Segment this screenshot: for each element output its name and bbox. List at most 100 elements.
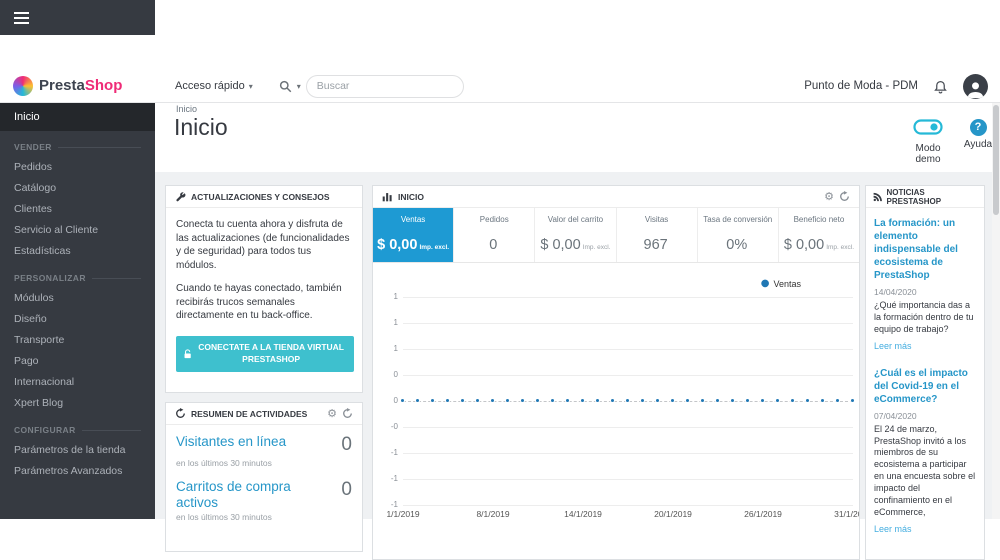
scrollbar-track[interactable]	[992, 103, 1000, 519]
data-point[interactable]	[565, 398, 570, 403]
panel-settings-gear-icon[interactable]: ⚙	[327, 408, 337, 419]
activity-panel: RESUMEN DE ACTIVIDADES ⚙ Visitantes en l…	[165, 402, 363, 552]
quick-access-label: Acceso rápido	[175, 80, 245, 92]
dashboard-panel-header: INICIO ⚙	[373, 186, 859, 208]
quick-access-menu[interactable]: Acceso rápido ▾	[175, 80, 253, 92]
hamburger-icon	[14, 11, 29, 14]
sidebar-item-parametros-de-la-tienda[interactable]: Parámetros de la tienda	[0, 440, 155, 461]
notifications-bell-icon[interactable]	[933, 78, 948, 94]
kpi-tab-ventas[interactable]: Ventas $ 0,00 Imp. excl.	[373, 208, 455, 262]
data-point[interactable]	[610, 398, 615, 403]
data-point[interactable]	[430, 398, 435, 403]
sidebar-item-xpert-blog[interactable]: Xpert Blog	[0, 393, 155, 414]
prestashop-logo[interactable]: PrestaShop	[0, 76, 155, 96]
data-point[interactable]	[595, 398, 600, 403]
menu-toggle[interactable]	[0, 0, 155, 35]
prestashop-logo-icon	[13, 76, 33, 96]
dashboard-refresh-icon[interactable]	[839, 191, 850, 202]
sidebar-section-configurar: CONFIGURAR	[0, 414, 155, 440]
sidebar-item-inicio[interactable]: Inicio	[0, 103, 155, 131]
data-point[interactable]	[520, 398, 525, 403]
sidebar-item-clientes[interactable]: Clientes	[0, 199, 155, 220]
news-article-title-link[interactable]: ¿Cuál es el impacto del Covid-19 en el e…	[874, 367, 976, 406]
data-point[interactable]	[535, 398, 540, 403]
shop-name-link[interactable]: Punto de Moda - PDM	[804, 80, 918, 92]
scrollbar-thumb[interactable]	[993, 105, 999, 215]
kpi-tab-tasa-de-conversion[interactable]: Tasa de conversión 0%	[698, 208, 779, 262]
data-point[interactable]	[445, 398, 450, 403]
news-article-date: 07/04/2020	[874, 410, 917, 421]
data-point[interactable]	[400, 398, 405, 403]
data-point[interactable]	[790, 398, 795, 403]
kpi-tab-beneficio-neto[interactable]: Beneficio neto $ 0,00 Imp. excl.	[779, 208, 859, 262]
avatar[interactable]	[963, 73, 988, 99]
user-icon	[967, 81, 984, 98]
updates-paragraph-2: Cuando te hayas conectado, también recib…	[176, 283, 342, 321]
active-carts-link[interactable]: Carritos de compra activos	[176, 479, 335, 510]
search-input[interactable]	[305, 74, 464, 98]
data-point[interactable]	[640, 398, 645, 403]
panel-refresh-icon[interactable]	[342, 408, 353, 419]
data-point[interactable]	[850, 398, 855, 403]
search-icon[interactable]	[279, 80, 292, 93]
data-point[interactable]	[685, 398, 690, 403]
data-point[interactable]	[820, 398, 825, 403]
data-point[interactable]	[460, 398, 465, 403]
data-point[interactable]	[625, 398, 630, 403]
search-scope-chevron-icon[interactable]: ▾	[297, 82, 301, 91]
updates-panel-title: ACTUALIZACIONES Y CONSEJOS	[191, 191, 330, 202]
data-point[interactable]	[700, 398, 705, 403]
data-point[interactable]	[805, 398, 810, 403]
demo-mode-toggle[interactable]: Modo demo	[903, 119, 953, 165]
gridline	[403, 375, 853, 376]
data-point[interactable]	[655, 398, 660, 403]
sidebar-item-modulos[interactable]: Módulos	[0, 288, 155, 309]
logo-text-presta: Presta	[39, 77, 85, 94]
active-carts-count: 0	[341, 479, 352, 500]
data-point[interactable]	[415, 398, 420, 403]
read-more-link[interactable]: Leer más	[874, 341, 912, 351]
sidebar-item-servicio-al-cliente[interactable]: Servicio al Cliente	[0, 220, 155, 241]
data-point[interactable]	[550, 398, 555, 403]
sidebar-item-diseno[interactable]: Diseño	[0, 309, 155, 330]
sidebar-item-pedidos[interactable]: Pedidos	[0, 157, 155, 178]
gridline	[403, 349, 853, 350]
online-visitors-subtitle: en los últimos 30 minutos	[176, 458, 272, 468]
data-point[interactable]	[505, 398, 510, 403]
gridline	[403, 297, 853, 298]
data-point[interactable]	[835, 398, 840, 403]
x-tick-label: 31/1/2019	[834, 509, 859, 519]
sidebar-item-pago[interactable]: Pago	[0, 351, 155, 372]
dashboard-settings-gear-icon[interactable]: ⚙	[824, 191, 834, 202]
data-point[interactable]	[760, 398, 765, 403]
activity-panel-header: RESUMEN DE ACTIVIDADES ⚙	[166, 403, 362, 425]
sidebar-item-estadisticas[interactable]: Estadísticas	[0, 241, 155, 262]
sidebar-item-transporte[interactable]: Transporte	[0, 330, 155, 351]
kpi-tab-pedidos[interactable]: Pedidos 0	[454, 208, 536, 262]
x-tick-label: 20/1/2019	[654, 509, 692, 519]
data-point[interactable]	[670, 398, 675, 403]
data-point[interactable]	[475, 398, 480, 403]
data-point[interactable]	[490, 398, 495, 403]
activity-row-carts: Carritos de compra activos 0 en los últi…	[166, 470, 362, 524]
x-tick-label: 14/1/2019	[564, 509, 602, 519]
sidebar-item-internacional[interactable]: Internacional	[0, 372, 155, 393]
sidebar-item-parametros-avanzados[interactable]: Parámetros Avanzados	[0, 461, 155, 482]
news-panel: NOTICIAS PRESTASHOP La formación: un ele…	[865, 185, 985, 560]
read-more-link[interactable]: Leer más	[874, 524, 912, 534]
sidebar-section-personalizar: PERSONALIZAR	[0, 262, 155, 288]
data-point[interactable]	[580, 398, 585, 403]
connect-button[interactable]: CONECTATE A LA TIENDA VIRTUAL PRESTASHOP	[176, 335, 354, 372]
kpi-tab-valor-del-carrito[interactable]: Valor del carrito $ 0,00 Imp. excl.	[535, 208, 617, 262]
online-visitors-link[interactable]: Visitantes en línea	[176, 434, 335, 450]
gridline	[403, 427, 853, 428]
data-point[interactable]	[730, 398, 735, 403]
sidebar-item-catalogo[interactable]: Catálogo	[0, 178, 155, 199]
news-article-title-link[interactable]: La formación: un elemento indispensable …	[874, 217, 976, 282]
kpi-tab-visitas[interactable]: Visitas 967	[617, 208, 698, 262]
news-body: La formación: un elemento indispensable …	[866, 208, 984, 546]
activity-icon	[176, 408, 185, 418]
data-point[interactable]	[715, 398, 720, 403]
data-point[interactable]	[745, 398, 750, 403]
data-point[interactable]	[775, 398, 780, 403]
